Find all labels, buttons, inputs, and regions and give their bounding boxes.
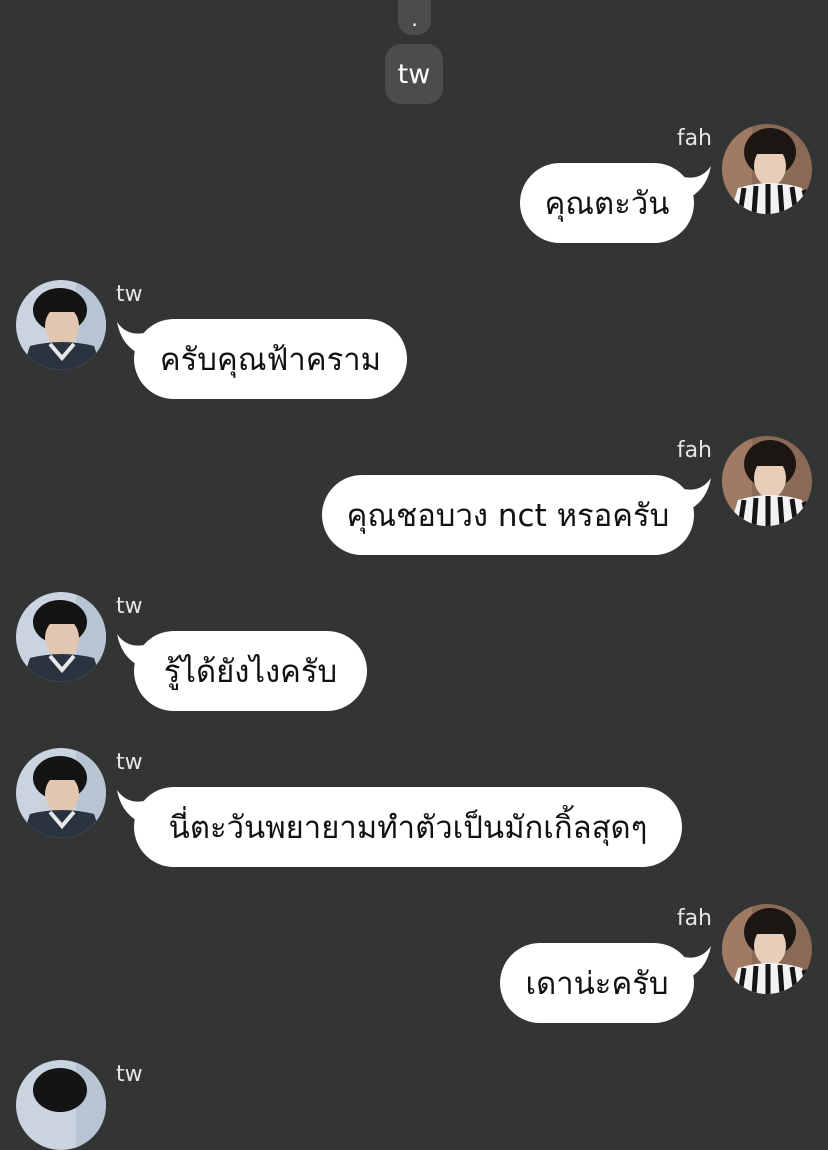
message-bubble[interactable]: นี่ตะวันพยายามทำตัวเป็นมักเกิ้ลสุดๆ: [134, 787, 682, 867]
avatar-fah-image: [722, 436, 812, 526]
avatar-tw[interactable]: [16, 1060, 106, 1150]
message-bubble[interactable]: คุณตะวัน: [520, 163, 694, 243]
avatar-fah[interactable]: [722, 124, 812, 214]
avatar-tw-image: [16, 280, 106, 370]
message-bubble[interactable]: คุณชอบวง nct หรอครับ: [322, 475, 694, 555]
sender-name: fah: [676, 906, 712, 931]
avatar-tw-image: [16, 748, 106, 838]
sender-name: tw: [116, 1062, 143, 1087]
message-bubble[interactable]: รู้ได้ยังไงครับ: [134, 631, 367, 711]
avatar-fah[interactable]: [722, 436, 812, 526]
avatar-fah-image: [722, 124, 812, 214]
message-text: คุณตะวัน: [544, 186, 670, 222]
avatar-fah-image: [722, 904, 812, 994]
sender-name: fah: [676, 438, 712, 463]
message-bubble[interactable]: เดาน่ะครับ: [500, 943, 694, 1023]
message-text: คุณชอบวง nct หรอครับ: [346, 498, 670, 534]
sender-name: tw: [116, 750, 143, 775]
avatar-fah[interactable]: [722, 904, 812, 994]
sender-name: tw: [116, 594, 143, 619]
avatar-tw-image: [16, 592, 106, 682]
avatar-tw-image: [16, 1060, 106, 1150]
chat-character-label-text: tw: [397, 58, 431, 90]
sender-name: fah: [676, 126, 712, 151]
chat-character-label: tw: [385, 44, 443, 104]
avatar-tw[interactable]: [16, 592, 106, 682]
message-text: เดาน่ะครับ: [525, 966, 669, 1002]
avatar-tw[interactable]: [16, 280, 106, 370]
message-bubble[interactable]: ครับคุณฟ้าคราม: [134, 319, 407, 399]
message-text: ครับคุณฟ้าคราม: [159, 342, 382, 378]
avatar-tw[interactable]: [16, 748, 106, 838]
sender-name: tw: [116, 282, 143, 307]
message-text: รู้ได้ยังไงครับ: [163, 654, 338, 690]
message-text: นี่ตะวันพยายามทำตัวเป็นมักเกิ้ลสุดๆ: [168, 810, 648, 846]
system-marker-text: .: [411, 7, 418, 31]
system-marker-pill: .: [398, 0, 431, 35]
